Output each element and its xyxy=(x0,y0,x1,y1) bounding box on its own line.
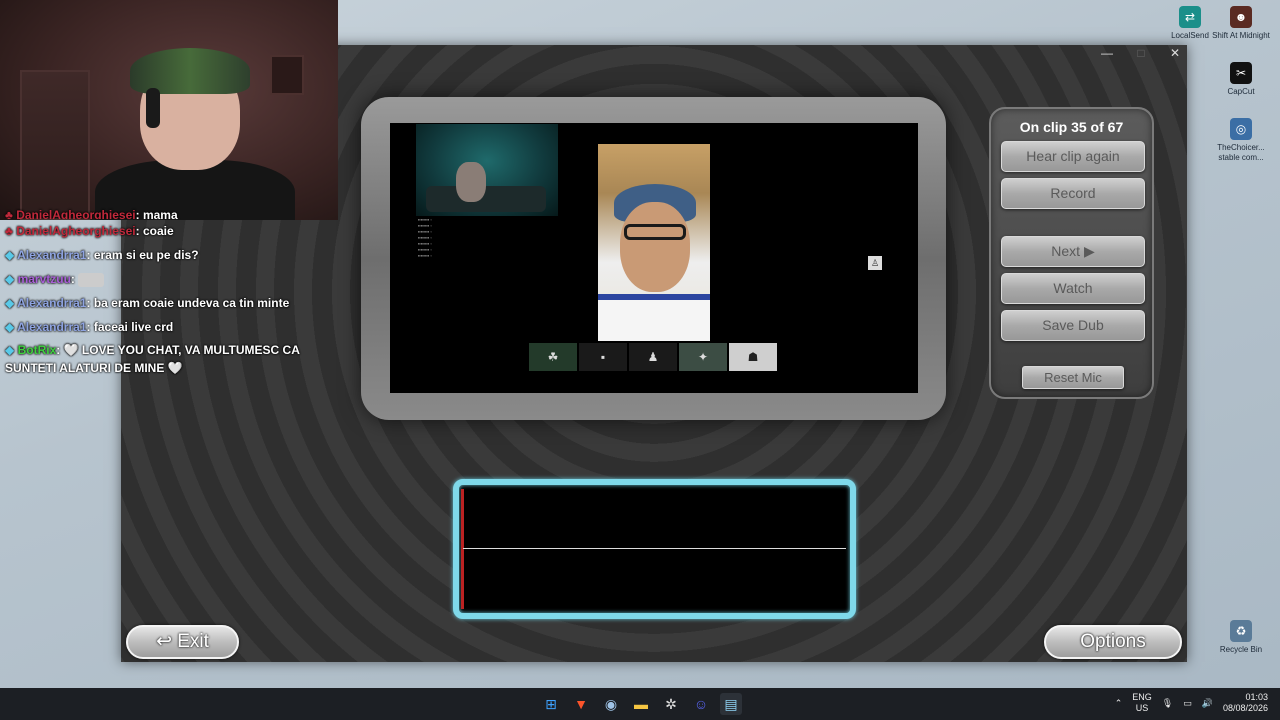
localsend-icon: ⇄ xyxy=(1179,6,1201,28)
capcut-icon: ✂ xyxy=(1230,62,1252,84)
desktop-icon-label: Shift At Midnight xyxy=(1212,31,1270,40)
desktop-icon-label: Recycle Bin xyxy=(1219,645,1263,654)
hear-clip-again-button[interactable]: Hear clip again xyxy=(1001,141,1145,172)
chat-username: Alexandrra1 xyxy=(17,320,87,334)
waveform-line xyxy=(463,548,846,549)
desktop-icon-recycle-bin[interactable]: ♻ Recycle Bin xyxy=(1211,620,1271,655)
chat-badge-icon: ◆ xyxy=(5,272,15,286)
video-frame: ▪▪▪▪▪▪▪▪ ▫ ▪▪▪▪▪▪▪▪ ▫ ▪▪▪▪▪▪▪▪ ▫ ▪▪▪▪▪▪▪▪ ▫… xyxy=(361,97,946,420)
volume-icon[interactable]: 🔊 xyxy=(1202,698,1213,709)
watch-button[interactable]: Watch xyxy=(1001,273,1145,304)
microphone-icon[interactable]: 🎙 xyxy=(1162,698,1173,709)
chat-message: ◆ marvtzuu: xyxy=(0,267,338,291)
taskbar: ⊞ ▼ ◉ ▬ ✲ ☺ ▤ ⌃ ENG US 🎙 ▭ 🔊 01:03 08/08… xyxy=(0,688,1280,720)
save-dub-button[interactable]: Save Dub xyxy=(1001,310,1145,341)
chat-username: Alexandrra1 xyxy=(17,296,87,310)
chevron-up-icon[interactable]: ⌃ xyxy=(1115,698,1123,709)
chat-text: coaie xyxy=(142,224,174,238)
chat-message: ♣ DanielAgheorghiesei: coaie xyxy=(5,224,174,238)
chat-text: ba eram coaie undeva ca tin minte xyxy=(93,296,290,310)
participant-thumbnail: ▪ xyxy=(579,343,627,371)
region-code: US xyxy=(1135,703,1149,713)
participant-thumbnail: ✦ xyxy=(679,343,727,371)
chatgpt-icon[interactable]: ✲ xyxy=(660,693,682,715)
options-button[interactable]: Options xyxy=(1044,625,1182,659)
window-controls: — □ ✕ xyxy=(1101,45,1181,61)
participant-thumbnail: ♟ xyxy=(629,343,677,371)
clock-time: 01:03 xyxy=(1245,692,1268,702)
chat-text: eram si eu pe dis? xyxy=(93,248,199,262)
desktop-icon-shift-at-midnight[interactable]: ☻ Shift At Midnight xyxy=(1211,6,1271,41)
participant-thumbnail: ☗ xyxy=(729,343,777,371)
chat-emote-icon xyxy=(78,272,105,287)
video-thumbnail-room xyxy=(416,124,558,216)
start-icon[interactable]: ⊞ xyxy=(540,693,562,715)
clip-status: On clip 35 of 67 xyxy=(1019,119,1124,135)
game-icon: ☻ xyxy=(1230,6,1252,28)
chat-badge-icon: ◆ xyxy=(5,343,15,357)
video-chat-list: ▪▪▪▪▪▪▪▪ ▫ ▪▪▪▪▪▪▪▪ ▫ ▪▪▪▪▪▪▪▪ ▫ ▪▪▪▪▪▪▪▪ ▫… xyxy=(418,217,432,258)
chat-badge-icon: ♣ xyxy=(5,208,13,219)
video-thumbnail-strip: ☘ ▪ ♟ ✦ ☗ xyxy=(529,343,777,371)
exit-button[interactable]: ↩ Exit xyxy=(126,625,239,659)
reset-mic-button[interactable]: Reset Mic xyxy=(1022,366,1124,389)
system-tray: ⌃ ENG US 🎙 ▭ 🔊 01:03 08/08/2026 xyxy=(1115,692,1268,714)
maximize-button[interactable]: □ xyxy=(1135,45,1147,61)
file-explorer-icon[interactable]: ▬ xyxy=(630,693,652,715)
video-screen: ▪▪▪▪▪▪▪▪ ▫ ▪▪▪▪▪▪▪▪ ▫ ▪▪▪▪▪▪▪▪ ▫ ▪▪▪▪▪▪▪▪ ▫… xyxy=(390,123,918,393)
chat-message: ◆ Alexandrra1: eram si eu pe dis? xyxy=(5,248,199,262)
chat-username: marvtzuu xyxy=(17,272,71,286)
playhead xyxy=(461,489,464,609)
audio-waveform[interactable] xyxy=(453,479,856,619)
record-button[interactable]: Record xyxy=(1001,178,1145,209)
next-button[interactable]: Next ▶ xyxy=(1001,236,1145,267)
chat-text: mama xyxy=(142,208,178,219)
language-code: ENG xyxy=(1132,692,1152,702)
steam-icon[interactable]: ◉ xyxy=(600,693,622,715)
chat-message: ◆ Alexandrra1: faceai live crd xyxy=(5,320,174,334)
clock-date: 08/08/2026 xyxy=(1222,703,1268,713)
chat-username: DanielAgheorghiesei xyxy=(16,208,136,219)
video-main-person xyxy=(598,144,710,341)
app-icon: ◎ xyxy=(1230,118,1252,140)
chat-message: ♣ DanielAgheorghiesei: mama xyxy=(0,207,338,219)
close-button[interactable]: ✕ xyxy=(1169,45,1181,61)
chat-badge-icon: ♣ xyxy=(5,224,13,238)
desktop-icon-thechoicer[interactable]: ◎ TheChoicer... stable com... xyxy=(1211,118,1271,163)
recycle-bin-icon: ♻ xyxy=(1230,620,1252,642)
desktop-icon-label: TheChoicer... stable com... xyxy=(1217,143,1265,162)
minimize-button[interactable]: — xyxy=(1101,45,1113,61)
chat-message: ◆ Alexandrra1: ba eram coaie undeva ca t… xyxy=(5,296,290,310)
desktop-icon-label: CapCut xyxy=(1227,87,1255,96)
chat-message: ◆ BotRix: 🤍 LOVE YOU CHAT, VA MULTUMESC … xyxy=(5,343,300,375)
person-icon: ♙ xyxy=(868,256,882,270)
network-icon[interactable]: ▭ xyxy=(1183,698,1192,709)
chat-text: faceai live crd xyxy=(93,320,174,334)
desktop-icon-capcut[interactable]: ✂ CapCut xyxy=(1211,62,1271,97)
notepad-icon[interactable]: ▤ xyxy=(720,693,742,715)
chat-badge-icon: ◆ xyxy=(5,320,15,334)
taskbar-apps: ⊞ ▼ ◉ ▬ ✲ ☺ ▤ xyxy=(540,693,742,715)
discord-icon[interactable]: ☺ xyxy=(690,693,712,715)
stream-chat-overlay: ♣ DanielAgheorghiesei: mama ♣ DanielAghe… xyxy=(0,207,338,379)
chat-username: DanielAgheorghiesei xyxy=(16,224,136,238)
webcam-overlay xyxy=(0,0,338,220)
participant-thumbnail: ☘ xyxy=(529,343,577,371)
chat-badge-icon: ◆ xyxy=(5,248,15,262)
language-indicator[interactable]: ENG US xyxy=(1132,692,1152,714)
chat-username: BotRix xyxy=(17,343,57,357)
chat-badge-icon: ◆ xyxy=(5,296,15,310)
brave-icon[interactable]: ▼ xyxy=(570,693,592,715)
chat-username: Alexandrra1 xyxy=(17,248,87,262)
dub-control-panel: On clip 35 of 67 Hear clip again Record … xyxy=(989,107,1154,399)
clock[interactable]: 01:03 08/08/2026 xyxy=(1223,692,1268,714)
